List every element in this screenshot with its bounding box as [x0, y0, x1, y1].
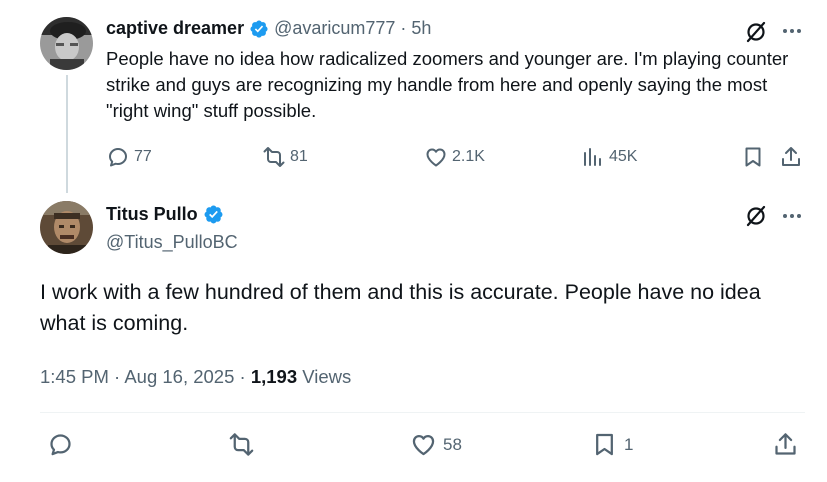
main-author-handle[interactable]: @Titus_PulloBC — [106, 232, 238, 253]
share-icon — [782, 147, 800, 166]
main-bookmark-count: 1 — [624, 434, 634, 454]
quoted-tweet-text: People have no idea how radicalized zoom… — [106, 48, 789, 121]
views-count: 45K — [609, 148, 638, 165]
share-icon — [775, 433, 796, 455]
avatar-titus-pullo[interactable] — [40, 201, 93, 254]
author-name[interactable]: captive dreamer — [106, 18, 244, 39]
avatar-captive-dreamer[interactable] — [40, 17, 93, 70]
dot-separator: · — [400, 18, 407, 38]
reply-button[interactable]: 77 — [106, 145, 152, 169]
views-label: Views — [297, 366, 352, 387]
repost-icon — [229, 433, 254, 456]
reply-icon — [50, 434, 71, 456]
like-button[interactable]: 2.1K — [424, 145, 485, 169]
bookmark-icon — [745, 147, 761, 167]
reply-count: 77 — [134, 148, 152, 165]
main-share-button[interactable] — [772, 431, 799, 458]
main-reply-button[interactable] — [47, 431, 74, 458]
share-button[interactable] — [779, 145, 803, 169]
tweet-meta: 1:45 PM · Aug 16, 2025 · 1,193 Views — [40, 366, 351, 388]
repost-count: 81 — [290, 148, 308, 165]
like-icon — [412, 434, 435, 456]
repost-icon — [263, 147, 285, 167]
divider — [40, 412, 805, 413]
reply-icon — [109, 148, 127, 167]
bookmark-icon — [596, 433, 613, 456]
main-bookmark-button[interactable]: 1 — [591, 431, 633, 458]
time-ago[interactable]: 5h — [411, 18, 431, 39]
views-icon — [584, 148, 601, 166]
author-handle[interactable]: @avaricum777 — [274, 18, 395, 39]
main-like-button[interactable]: 58 — [410, 431, 462, 458]
bookmark-button[interactable] — [741, 145, 765, 169]
main-like-count: 58 — [443, 434, 462, 454]
timestamp[interactable]: 1:45 PM · Aug 16, 2025 · — [40, 366, 251, 387]
grok-icon[interactable] — [744, 20, 768, 49]
grok-icon[interactable] — [744, 204, 768, 233]
like-icon — [426, 148, 446, 167]
verified-badge-icon — [203, 204, 224, 225]
more-icon[interactable] — [781, 20, 803, 47]
like-count: 2.1K — [452, 148, 485, 165]
main-tweet-text: I work with a few hundred of them and th… — [40, 280, 761, 335]
verified-badge-icon — [249, 19, 269, 39]
thread-connector-line — [66, 75, 68, 193]
more-icon[interactable] — [781, 205, 803, 232]
main-repost-button[interactable] — [228, 431, 255, 458]
quoted-header: captive dreamer @avaricum777 · 5h — [106, 18, 431, 39]
repost-button[interactable]: 81 — [262, 145, 308, 169]
main-author-name-row: Titus Pullo — [106, 204, 224, 225]
views-total: 1,193 — [250, 366, 298, 387]
main-author-name[interactable]: Titus Pullo — [106, 204, 198, 225]
views-button[interactable]: 45K — [581, 145, 637, 169]
